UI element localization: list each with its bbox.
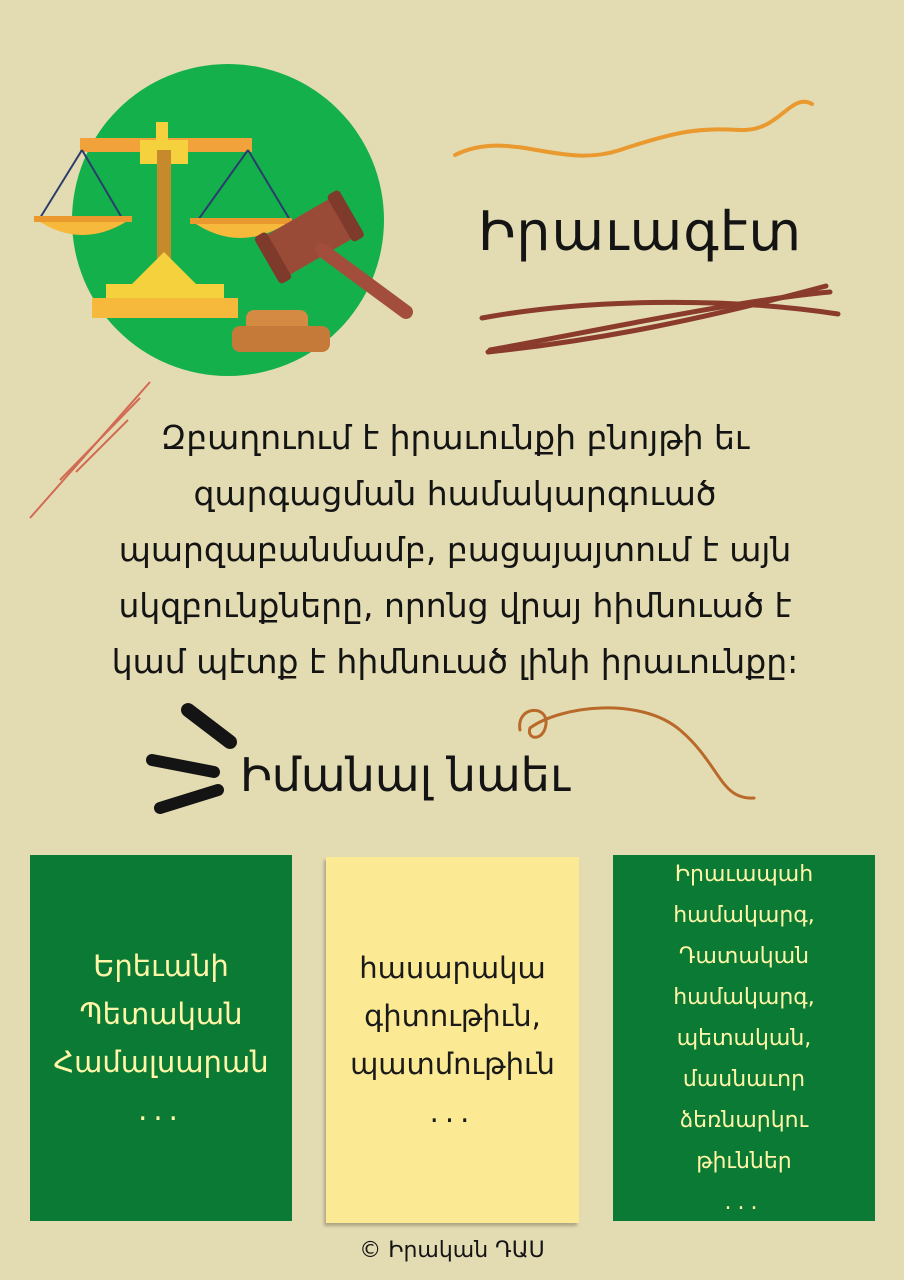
card-line: ձեռնարկու (679, 1107, 809, 1133)
description-line: կամ պէտք է հիմնուած լինի իրաւունքը: (111, 642, 799, 681)
black-accent-marks (146, 703, 237, 814)
card-yerevan-state-university: Երեւանի Պետական Համալսարան ... (30, 855, 292, 1221)
card-line: հասարակա (359, 951, 546, 985)
brown-scribble (479, 283, 841, 355)
footer-copyright: © Իրական ԴԱՍ (359, 1238, 545, 1263)
description-line: զարգացման համակարգուած (193, 474, 717, 513)
orange-squiggle (453, 99, 814, 158)
description-line: պարզաբանմամբ, բացայայտում է այն (118, 530, 792, 569)
see-also-heading: Իմանալ նաեւ (240, 748, 570, 802)
card-line: համակարգ, (673, 984, 815, 1010)
card-dots: ... (429, 1095, 476, 1129)
card-line: պետական, (676, 1025, 812, 1051)
description-line: սկզբունքները, որոնց վրայ հիմնուած է (118, 586, 792, 625)
card-dots: ... (724, 1189, 764, 1215)
card-line: գիտութիւն, (364, 999, 541, 1033)
card-line: համակարգ, (673, 902, 815, 928)
card-line: Պետական (79, 997, 243, 1031)
card-line: պատմութիւն (350, 1047, 555, 1081)
card-line: թիւններ (696, 1148, 792, 1174)
card-workplaces: Իրաւապահ համակարգ, Դատական համակարգ, պետ… (613, 855, 875, 1221)
card-line: Իրաւապահ (674, 861, 814, 887)
description: Զբաղուում է իրաւունքի բնոյթի եւ զարգացմա… (40, 410, 870, 690)
card-line: Համալսարան (53, 1045, 269, 1079)
card-line: մասնաւոր (682, 1066, 806, 1092)
card-line: Դատական (678, 943, 810, 969)
page-title: Իրաւագէտ (478, 200, 803, 263)
card-social-sciences: հասարակա գիտութիւն, պատմութիւն ... (326, 857, 579, 1223)
card-dots: ... (138, 1093, 184, 1127)
card-line: Երեւանի (93, 949, 229, 983)
description-line: Զբաղուում է իրաւունքի բնոյթի եւ (160, 418, 750, 457)
